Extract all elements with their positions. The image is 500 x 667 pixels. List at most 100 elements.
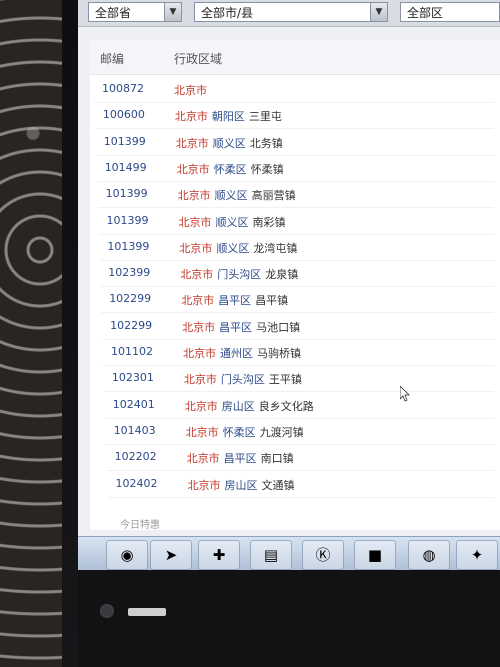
table-row[interactable]: 102399 北京市 门头沟区 龙泉镇 <box>100 260 494 288</box>
region-town: 马驹桥镇 <box>257 347 301 360</box>
postcode-cell: 102299 <box>109 292 152 306</box>
bird-app-icon[interactable]: ➤ <box>150 540 192 570</box>
globe-icon[interactable]: ◍ <box>408 540 450 570</box>
table-row[interactable]: 100872 北京市 <box>94 76 494 103</box>
power-button-icon <box>100 604 114 618</box>
table-row[interactable]: 101102 北京市 通州区 马驹桥镇 <box>103 339 494 366</box>
province-select[interactable]: 全部省 ▼ <box>88 2 182 22</box>
table-row[interactable]: 102299 北京市 昌平区 马池口镇 <box>102 313 494 340</box>
table-row[interactable]: 102402 北京市 房山区 文通镇 <box>107 471 494 498</box>
mouse-cursor-icon <box>400 386 410 402</box>
table-row[interactable]: 102301 北京市 门头沟区 王平镇 <box>103 365 494 393</box>
table-row[interactable]: 101399 北京市 顺义区 高丽营镇 <box>97 181 494 209</box>
chevron-down-icon[interactable]: ▼ <box>370 3 387 21</box>
region-city: 北京市 <box>183 347 216 360</box>
table-row[interactable]: 102299 北京市 昌平区 昌平镇 <box>101 286 494 314</box>
region-district: 通州区 <box>220 347 253 360</box>
city-select[interactable]: 全部市/县 ▼ <box>194 2 388 22</box>
header-postcode: 邮编 <box>100 52 125 66</box>
laptop-chin <box>78 570 500 667</box>
table-row[interactable]: 101399 北京市 顺义区 龙湾屯镇 <box>99 234 494 261</box>
postcode-cell: 101399 <box>103 134 146 148</box>
region-district: 门头沟区 <box>220 373 265 387</box>
region-district: 顺义区 <box>212 136 246 150</box>
table-header: 邮编 行政区域 <box>90 40 500 75</box>
region-city: 北京市 <box>180 268 214 282</box>
region-cell: 北京市 朝阳区 三里屯 <box>175 108 282 124</box>
region-cell: 北京市 顺义区 高丽营镇 <box>178 187 296 203</box>
city-select-value: 全部市/县 <box>201 6 254 20</box>
postcode-cell: 102299 <box>110 318 153 332</box>
region-city: 北京市 <box>187 478 221 492</box>
screen: 全部省 ▼ 全部市/县 ▼ 全部区 邮编 行政区域 100872 北京市 10060… <box>78 0 500 570</box>
region-district: 房山区 <box>221 399 255 413</box>
postcode-cell: 102202 <box>114 450 157 464</box>
region-town: 怀柔镇 <box>250 162 284 176</box>
region-cell: 北京市 昌平区 南口镇 <box>187 450 294 466</box>
region-district: 门头沟区 <box>217 268 262 282</box>
postcode-cell: 102399 <box>108 266 151 280</box>
region-city: 北京市 <box>174 84 207 97</box>
region-city: 北京市 <box>179 241 213 255</box>
region-district: 顺义区 <box>216 241 250 255</box>
region-town: 良乡文化路 <box>258 399 314 413</box>
chevron-down-icon[interactable]: ▼ <box>164 3 181 21</box>
table-row[interactable]: 101399 北京市 顺义区 南彩镇 <box>98 208 494 235</box>
postcode-cell: 101403 <box>113 423 156 437</box>
region-city: 北京市 <box>182 320 216 334</box>
region-city: 北京市 <box>185 425 219 439</box>
folder-icon[interactable]: ▤ <box>250 540 292 570</box>
postcode-cell: 101102 <box>111 345 153 358</box>
region-town: 龙泉镇 <box>265 268 299 282</box>
region-cell: 北京市 <box>174 82 215 98</box>
region-district: 昌平区 <box>219 320 253 334</box>
region-town: 北务镇 <box>249 136 283 150</box>
region-district: 朝阳区 <box>211 110 245 124</box>
region-town: 王平镇 <box>268 373 302 387</box>
region-cell: 北京市 昌平区 马池口镇 <box>182 319 300 335</box>
windows-start-icon[interactable]: ◉ <box>106 540 148 570</box>
region-city: 北京市 <box>174 110 208 124</box>
region-district: 昌平区 <box>218 294 252 308</box>
province-select-value: 全部省 <box>95 6 132 20</box>
district-select[interactable]: 全部区 <box>400 2 500 22</box>
postcode-cell: 102301 <box>111 371 154 385</box>
postcode-cell: 101499 <box>104 160 147 174</box>
region-cell: 北京市 门头沟区 龙泉镇 <box>180 266 298 282</box>
region-cell: 北京市 昌平区 昌平镇 <box>181 292 288 308</box>
region-town: 高丽营镇 <box>251 189 296 203</box>
results-panel: 邮编 行政区域 100872 北京市 100600 北京市 朝阳区 三里屯 101399 北京… <box>90 40 500 531</box>
region-district: 昌平区 <box>223 452 257 466</box>
region-cell: 北京市 顺义区 龙湾屯镇 <box>179 240 297 256</box>
region-cell: 北京市 通州区 马驹桥镇 <box>183 345 301 361</box>
header-region: 行政区域 <box>174 52 223 66</box>
region-city: 北京市 <box>177 189 211 203</box>
footer-note: 今日特惠 <box>120 520 160 531</box>
postcode-cell: 101399 <box>107 239 150 253</box>
region-town: 龙湾屯镇 <box>253 241 298 255</box>
table-row[interactable]: 102202 北京市 昌平区 南口镇 <box>106 444 494 472</box>
table-row[interactable]: 101403 北京市 怀柔区 九渡河镇 <box>105 418 494 445</box>
region-city: 北京市 <box>186 452 220 466</box>
k-app-icon[interactable]: Ⓚ <box>302 540 344 570</box>
postcode-cell: 102402 <box>115 476 158 490</box>
region-town: 马池口镇 <box>256 320 301 334</box>
region-district: 顺义区 <box>215 215 249 229</box>
postcode-cell: 101399 <box>105 187 148 201</box>
postcode-cell: 100600 <box>102 108 145 122</box>
region-city: 北京市 <box>176 162 210 176</box>
green-plus-icon[interactable]: ✚ <box>198 540 240 570</box>
brand-logo-plate <box>128 608 166 616</box>
game-icon[interactable]: ✦ <box>456 540 498 570</box>
table-row[interactable]: 102401 北京市 房山区 良乡文化路 <box>104 392 494 419</box>
region-district: 怀柔区 <box>222 425 256 439</box>
red-app-icon[interactable]: ■ <box>354 540 396 570</box>
region-cell: 北京市 怀柔区 九渡河镇 <box>186 424 304 440</box>
region-cell: 北京市 顺义区 南彩镇 <box>179 214 286 230</box>
region-district: 顺义区 <box>214 189 248 203</box>
table-row[interactable]: 101399 北京市 顺义区 北务镇 <box>95 129 494 156</box>
table-row[interactable]: 100600 北京市 朝阳区 三里屯 <box>94 102 494 130</box>
postcode-cell: 100872 <box>102 82 144 95</box>
table-row[interactable]: 101499 北京市 怀柔区 怀柔镇 <box>96 155 494 182</box>
region-cell: 北京市 房山区 良乡文化路 <box>185 398 314 414</box>
